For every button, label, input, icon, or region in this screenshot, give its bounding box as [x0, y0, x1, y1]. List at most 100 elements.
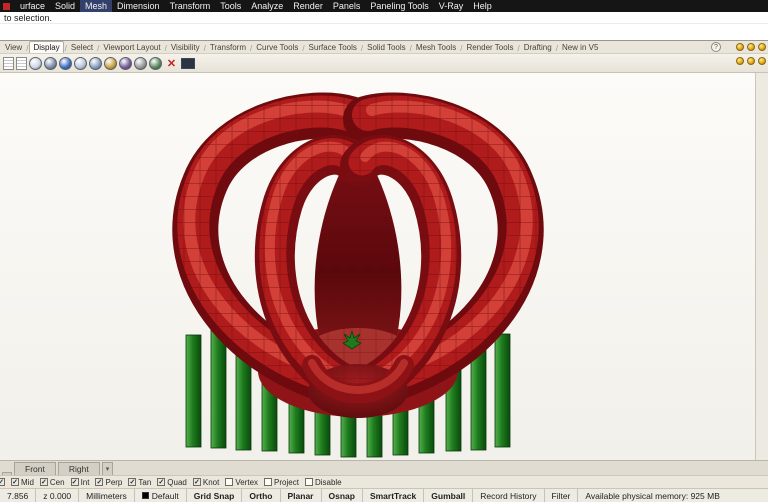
osnap-perp[interactable]: ✓ Perp: [95, 478, 122, 487]
fullscreen-display-icon[interactable]: [181, 57, 195, 69]
app-icon: [3, 2, 10, 10]
tab-view[interactable]: View: [2, 42, 25, 53]
wireframe-display-icon[interactable]: [29, 56, 42, 70]
menu-item-help[interactable]: Help: [468, 0, 497, 12]
viewport-tab-menu-icon[interactable]: ▾: [101, 462, 114, 475]
osnap-vertex[interactable]: Vertex: [225, 478, 258, 487]
perspective-viewport[interactable]: [0, 73, 768, 460]
layer-swatch-icon: [141, 492, 149, 499]
status-filter[interactable]: Filter: [545, 489, 579, 502]
osnap-int[interactable]: ✓ Int: [70, 478, 89, 487]
menu-item-solid[interactable]: Solid: [50, 0, 80, 12]
menu-item-mesh[interactable]: Mesh: [80, 0, 113, 12]
pen-display-icon[interactable]: [134, 56, 147, 70]
osnap-checkbox-knot[interactable]: ✓: [192, 478, 201, 486]
osnap-disable[interactable]: Disable: [304, 478, 342, 487]
command-input[interactable]: [0, 24, 768, 41]
artistic-display-icon[interactable]: [119, 56, 132, 70]
tab-surface-tools[interactable]: Surface Tools: [306, 42, 360, 53]
dock-icon-5[interactable]: [747, 57, 755, 65]
toolbar-right-icons: [736, 57, 766, 65]
viewport-layout-icon[interactable]: [3, 56, 14, 70]
osnap-checkbox-cen[interactable]: ✓: [39, 478, 48, 486]
menu-items: urface Solid Mesh Dimension Transform Tools An…: [15, 0, 497, 12]
status-smarttrack[interactable]: SmartTrack: [363, 489, 425, 502]
osnap-mid[interactable]: ✓ Mid: [11, 478, 34, 487]
status-record-history[interactable]: Record History: [473, 489, 545, 502]
status-ortho[interactable]: Ortho: [242, 489, 281, 502]
status-planar[interactable]: Planar: [281, 489, 322, 502]
tab-solid-tools[interactable]: Solid Tools: [364, 42, 409, 53]
help-icon[interactable]: ?: [711, 42, 721, 52]
dock-icon-1[interactable]: [736, 43, 744, 51]
status-bar: 7.856 z 0.000 Millimeters Default Grid Snap O…: [0, 488, 768, 502]
status-text-layer: Default: [151, 490, 179, 501]
tab-visibility[interactable]: Visibility: [168, 42, 203, 53]
status-units[interactable]: Millimeters: [79, 489, 135, 502]
tab-transform[interactable]: Transform: [207, 42, 249, 53]
menu-bar: urface Solid Mesh Dimension Transform Tools An…: [0, 0, 768, 12]
tab-curve-tools[interactable]: Curve Tools: [253, 42, 301, 53]
osnap-checkbox-perp[interactable]: ✓: [95, 478, 104, 486]
status-text-filter: Filter: [551, 490, 571, 501]
rendered-display-icon[interactable]: [59, 56, 72, 70]
clear-display-icon[interactable]: ✕: [164, 56, 179, 71]
menu-item-transform[interactable]: Transform: [165, 0, 216, 12]
viewport-tab-right[interactable]: Right: [57, 462, 100, 475]
menu-item-paneling-tools[interactable]: Paneling Tools: [365, 0, 433, 12]
ghosted-display-icon[interactable]: [74, 56, 87, 70]
osnap-checkbox-mid[interactable]: ✓: [11, 478, 19, 486]
dock-icon-6[interactable]: [758, 57, 766, 65]
tab-drafting[interactable]: Drafting: [521, 42, 555, 53]
osnap-partial[interactable]: ✓: [0, 478, 5, 486]
dock-icon-4[interactable]: [736, 57, 744, 65]
tab-new-in-v5[interactable]: New in V5: [559, 42, 601, 53]
osnap-checkbox-tan[interactable]: ✓: [128, 478, 137, 486]
status-coord-x: 7.856: [0, 489, 37, 502]
tab-mesh-tools[interactable]: Mesh Tools: [413, 42, 459, 53]
status-text-coord-x: 7.856: [7, 490, 29, 501]
osnap-checkbox-quad[interactable]: ✓: [157, 478, 166, 486]
menu-item-v-ray[interactable]: V-Ray: [434, 0, 469, 12]
tab-viewport-layout[interactable]: Viewport Layout: [100, 42, 163, 53]
tab-select[interactable]: Select: [68, 42, 96, 53]
viewport-tab-bar: Front Right ▾: [0, 460, 768, 475]
menu-item-analyze[interactable]: Analyze: [246, 0, 288, 12]
menu-item-tools[interactable]: Tools: [215, 0, 246, 12]
menu-item-render[interactable]: Render: [288, 0, 328, 12]
status-text-grid-snap: Grid Snap: [193, 490, 235, 501]
osnap-cen[interactable]: ✓ Cen: [39, 478, 65, 487]
raytraced-display-icon[interactable]: [104, 56, 117, 70]
osnap-checkbox-vertex[interactable]: [225, 478, 234, 486]
status-text-ortho: Ortho: [249, 490, 273, 501]
osnap-checkbox-disable[interactable]: [304, 478, 313, 486]
tab-display[interactable]: Display: [29, 41, 64, 53]
status-grid-snap[interactable]: Grid Snap: [187, 489, 243, 502]
status-gumball[interactable]: Gumball: [424, 489, 474, 502]
xray-display-icon[interactable]: [89, 56, 102, 70]
osnap-checkbox-int[interactable]: ✓: [70, 478, 79, 486]
osnap-knot[interactable]: ✓ Knot: [192, 478, 219, 487]
shaded-display-icon[interactable]: [44, 56, 57, 70]
toolbar-icon-row: ✕: [3, 56, 195, 71]
osnap-checkbox-project[interactable]: [264, 478, 273, 486]
status-layer[interactable]: Default: [135, 489, 187, 502]
osnap-label-project: Project: [274, 477, 299, 487]
osnap-quad[interactable]: ✓ Quad: [157, 478, 187, 487]
dock-icon-3[interactable]: [758, 43, 766, 51]
flat-shade-icon[interactable]: [149, 56, 162, 70]
dock-icon-2[interactable]: [747, 43, 755, 51]
named-views-icon[interactable]: [16, 56, 27, 70]
tab-strip-right-icons: ?: [711, 42, 766, 52]
menu-item-dimension[interactable]: Dimension: [112, 0, 165, 12]
display-toolbar: ✕: [0, 54, 768, 73]
osnap-project[interactable]: Project: [264, 478, 299, 487]
menu-item-panels[interactable]: Panels: [328, 0, 366, 12]
viewport-tab-front[interactable]: Front: [14, 462, 56, 475]
osnap-partial-checkbox-icon[interactable]: ✓: [0, 478, 5, 486]
status-text-osnap-toggle: Osnap: [328, 490, 355, 501]
status-osnap-toggle[interactable]: Osnap: [322, 489, 363, 502]
menu-item-urface[interactable]: urface: [15, 0, 50, 12]
osnap-tan[interactable]: ✓ Tan: [128, 478, 151, 487]
tab-render-tools[interactable]: Render Tools: [463, 42, 516, 53]
